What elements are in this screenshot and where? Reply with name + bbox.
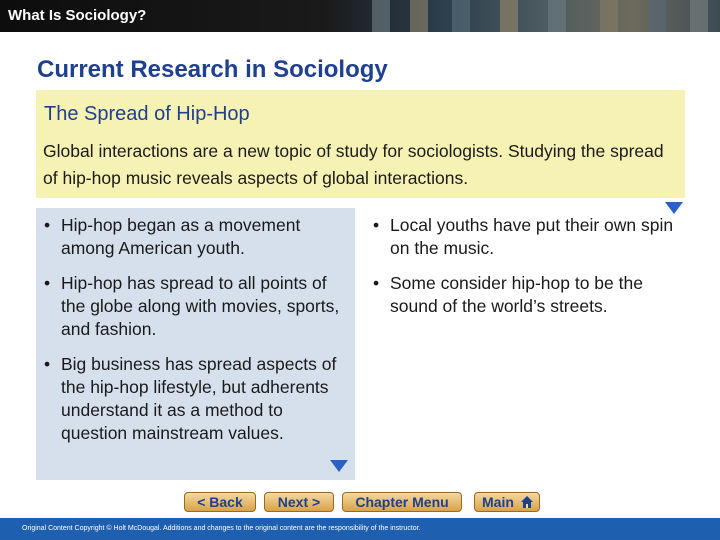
header-title: What Is Sociology? — [8, 7, 147, 24]
header-image-strip — [690, 0, 708, 32]
bullet-icon: • — [44, 354, 51, 374]
main-button-label: Main — [482, 494, 514, 510]
bullet-text: Local youths have put their own spin on … — [390, 215, 674, 258]
copyright-text: Original Content Copyright © Holt McDoug… — [22, 525, 421, 532]
chapter-menu-button[interactable]: Chapter Menu — [342, 492, 462, 512]
list-item: • Local youths have put their own spin o… — [365, 214, 685, 260]
bullet-text: Big business has spread aspects of the h… — [61, 354, 337, 443]
intro-heading: The Spread of Hip-Hop — [44, 103, 250, 125]
bullet-text: Some consider hip-hop to be the sound of… — [390, 273, 643, 316]
triangle-down-icon[interactable] — [330, 460, 348, 472]
bullet-icon: • — [373, 273, 380, 293]
main-button[interactable]: Main — [474, 492, 540, 512]
triangle-down-icon[interactable] — [665, 202, 683, 214]
right-bullet-list: • Local youths have put their own spin o… — [365, 214, 685, 330]
house-icon — [521, 496, 533, 508]
bullet-text: Hip-hop has spread to all points of the … — [61, 273, 340, 339]
footer-bar: Original Content Copyright © Holt McDoug… — [0, 518, 720, 540]
list-item: • Hip-hop began as a movement among Amer… — [36, 214, 351, 260]
list-item: • Big business has spread aspects of the… — [36, 353, 351, 445]
back-button[interactable]: < Back — [184, 492, 256, 512]
bullet-icon: • — [44, 215, 51, 235]
header-image-strip — [648, 0, 666, 32]
bullet-icon: • — [373, 215, 380, 235]
slide-title: Current Research in Sociology — [37, 56, 388, 83]
intro-text: Global interactions are a new topic of s… — [43, 141, 664, 188]
list-item: • Some consider hip-hop to be the sound … — [365, 272, 685, 318]
bullet-icon: • — [44, 273, 51, 293]
header-image-strip — [372, 0, 390, 32]
left-bullet-list: • Hip-hop began as a movement among Amer… — [36, 214, 351, 457]
header-image-strip — [548, 0, 566, 32]
bullet-text: Hip-hop began as a movement among Americ… — [61, 215, 301, 258]
list-item: • Hip-hop has spread to all points of th… — [36, 272, 351, 341]
header-image-strip — [500, 0, 518, 32]
header-image-strip — [452, 0, 470, 32]
header-bar: What Is Sociology? — [0, 0, 720, 32]
header-image-strip — [600, 0, 618, 32]
navigation-bar: < Back Next > Chapter Menu Main — [0, 490, 720, 516]
header-image-strip — [410, 0, 428, 32]
next-button[interactable]: Next > — [264, 492, 334, 512]
